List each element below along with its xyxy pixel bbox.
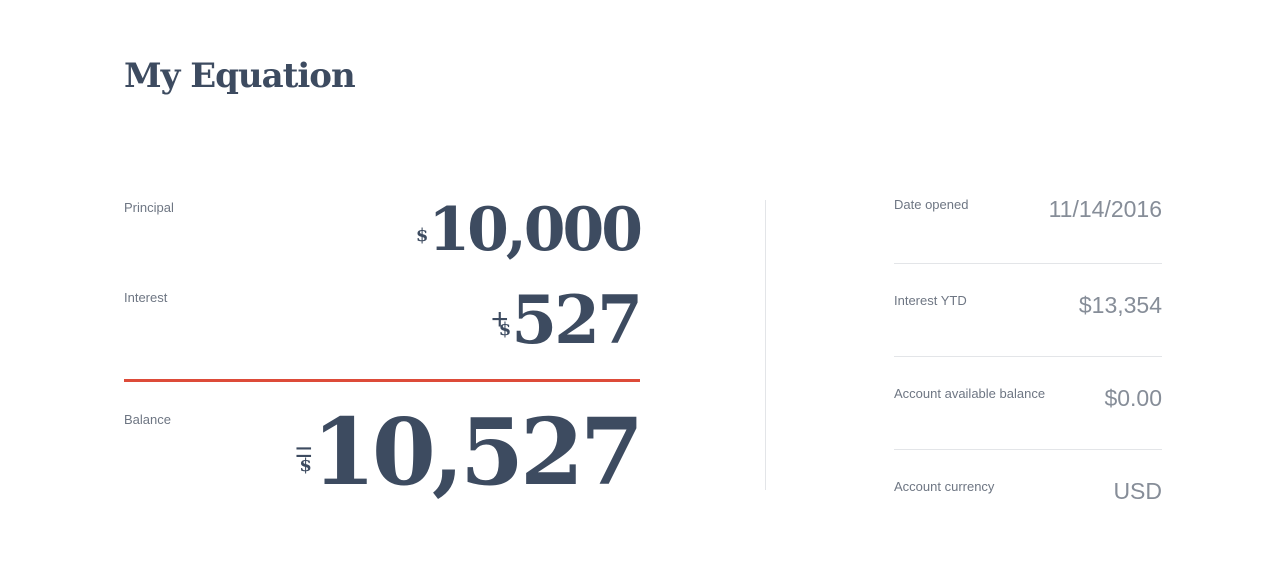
detail-value: $0.00 bbox=[1104, 385, 1162, 411]
interest-value: 527 bbox=[511, 281, 643, 359]
interest-label: Interest bbox=[124, 290, 168, 305]
detail-value: USD bbox=[1113, 478, 1162, 504]
principal-label: Principal bbox=[124, 200, 174, 215]
row-separator bbox=[894, 449, 1162, 450]
detail-row-interest-ytd: Interest YTD $13,354 bbox=[894, 292, 1162, 357]
row-separator bbox=[894, 263, 1162, 264]
row-separator bbox=[894, 356, 1162, 357]
page-title: My Equation bbox=[124, 56, 356, 96]
balance-currency-symbol: $ bbox=[299, 455, 312, 476]
principal-amount: $10,000 bbox=[415, 195, 643, 265]
principal-value: 10,000 bbox=[428, 195, 643, 265]
detail-label: Interest YTD bbox=[894, 293, 967, 308]
detail-row-account-currency: Account currency USD bbox=[894, 478, 1162, 519]
balance-label: Balance bbox=[124, 412, 171, 427]
detail-label: Date opened bbox=[894, 197, 969, 212]
interest-amount: $527 bbox=[498, 281, 643, 359]
detail-label: Account currency bbox=[894, 479, 995, 494]
detail-row-date-opened: Date opened 11/14/2016 bbox=[894, 196, 1162, 264]
detail-label: Account available balance bbox=[894, 386, 1046, 401]
balance-amount: $10,527 bbox=[299, 398, 644, 506]
detail-value: $13,354 bbox=[1078, 292, 1162, 318]
detail-row-available-balance: Account available balance $0.00 bbox=[894, 385, 1162, 450]
column-divider bbox=[765, 200, 766, 490]
principal-currency-symbol: $ bbox=[415, 225, 429, 246]
interest-currency-symbol: $ bbox=[498, 319, 512, 340]
equation-sum-rule bbox=[124, 379, 640, 382]
balance-value: 10,527 bbox=[311, 398, 644, 506]
detail-value: 11/14/2016 bbox=[1048, 196, 1162, 222]
